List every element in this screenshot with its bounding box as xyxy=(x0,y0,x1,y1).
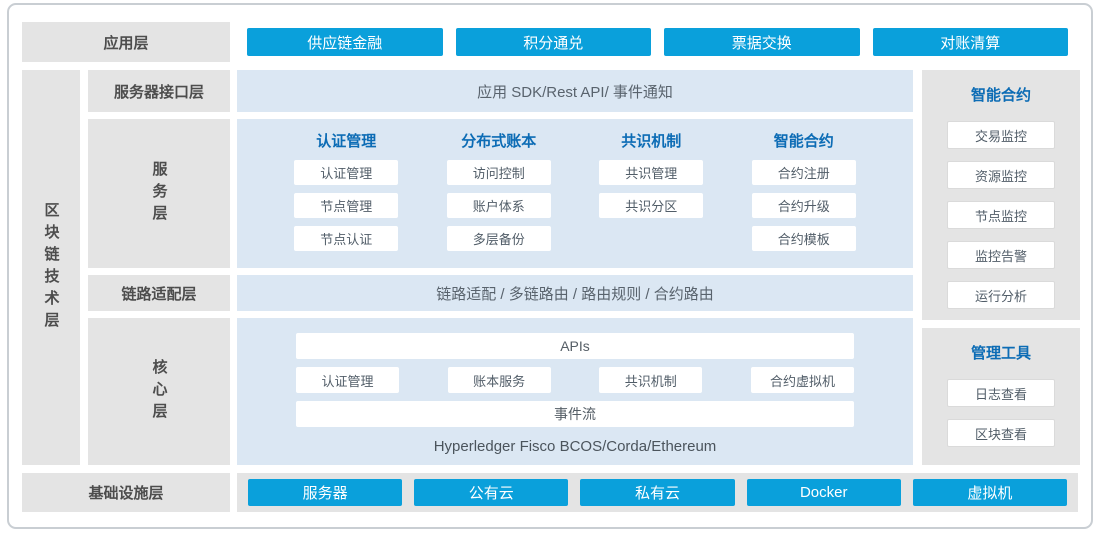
infra-button-private-cloud[interactable]: 私有云 xyxy=(580,479,734,506)
infra-button-vm[interactable]: 虚拟机 xyxy=(913,479,1067,506)
event-stream-bar: 事件流 xyxy=(296,401,854,427)
adapter-layer-bar: 链路适配 / 多链路由 / 路由规则 / 合约路由 xyxy=(237,275,913,311)
monitor-item: 运行分析 xyxy=(947,281,1055,309)
monitor-item: 交易监控 xyxy=(947,121,1055,149)
infra-layer-label: 基础设施层 xyxy=(22,473,230,512)
service-layer-box: 认证管理 认证管理 节点管理 节点认证 分布式账本 访问控制 账户体系 多层备份… xyxy=(237,119,913,268)
service-column-contract: 智能合约 合约注册 合约升级 合约模板 xyxy=(728,119,881,268)
service-item: 多层备份 xyxy=(447,226,551,251)
monitor-item: 监控告警 xyxy=(947,241,1055,269)
service-column-consensus-title: 共识机制 xyxy=(621,132,681,152)
service-column-consensus: 共识机制 共识管理 共识分区 xyxy=(575,119,728,268)
service-item: 共识分区 xyxy=(599,193,703,218)
service-item: 访问控制 xyxy=(447,160,551,185)
adapter-layer-label: 链路适配层 xyxy=(88,275,230,311)
service-item: 合约注册 xyxy=(752,160,856,185)
service-item: 合约升级 xyxy=(752,193,856,218)
service-item: 节点认证 xyxy=(294,226,398,251)
service-column-auth-title: 认证管理 xyxy=(316,132,376,152)
service-item: 认证管理 xyxy=(294,160,398,185)
app-button-bill-exchange[interactable]: 票据交换 xyxy=(664,28,860,56)
infra-button-server[interactable]: 服务器 xyxy=(248,479,402,506)
service-item: 合约模板 xyxy=(752,226,856,251)
tools-item: 日志查看 xyxy=(947,379,1055,407)
service-layer-text: 服务层 xyxy=(152,161,167,227)
infra-button-public-cloud[interactable]: 公有云 xyxy=(414,479,568,506)
service-column-ledger-title: 分布式账本 xyxy=(461,132,536,152)
core-module: 合约虚拟机 xyxy=(751,367,854,393)
app-layer-label: 应用层 xyxy=(22,22,230,62)
service-item: 账户体系 xyxy=(447,193,551,218)
monitor-item: 资源监控 xyxy=(947,161,1055,189)
blockchain-tech-layer-label: 区块链技术层 xyxy=(22,70,80,465)
monitor-panel: 智能合约 交易监控 资源监控 节点监控 监控告警 运行分析 xyxy=(922,70,1080,320)
infra-button-docker[interactable]: Docker xyxy=(747,479,901,506)
app-layer-buttons: 供应链金融 积分通兑 票据交换 对账清算 xyxy=(237,22,1078,62)
blockchain-tech-layer-text: 区块链技术层 xyxy=(44,202,59,334)
tools-panel-title: 管理工具 xyxy=(971,345,1031,363)
core-module: 账本服务 xyxy=(448,367,551,393)
platforms-text: Hyperledger Fisco BCOS/Corda/Ethereum xyxy=(296,438,854,455)
app-button-points-exchange[interactable]: 积分通兑 xyxy=(456,28,652,56)
service-item: 节点管理 xyxy=(294,193,398,218)
core-module: 共识机制 xyxy=(599,367,702,393)
core-module: 认证管理 xyxy=(296,367,399,393)
app-button-reconciliation[interactable]: 对账清算 xyxy=(873,28,1069,56)
service-column-contract-title: 智能合约 xyxy=(774,132,834,152)
service-layer-label: 服务层 xyxy=(88,119,230,268)
core-layer-label: 核心层 xyxy=(88,318,230,465)
core-layer-box: APIs 认证管理 账本服务 共识机制 合约虚拟机 事件流 Hyperledge… xyxy=(237,318,913,465)
core-layer-text: 核心层 xyxy=(152,359,167,425)
service-column-ledger: 分布式账本 访问控制 账户体系 多层备份 xyxy=(423,119,576,268)
tools-panel: 管理工具 日志查看 区块查看 xyxy=(922,328,1080,465)
interface-layer-label: 服务器接口层 xyxy=(88,70,230,112)
infra-layer-buttons: 服务器 公有云 私有云 Docker 虚拟机 xyxy=(237,473,1078,512)
sdk-api-bar: 应用 SDK/Rest API/ 事件通知 xyxy=(237,70,913,112)
core-modules-row: 认证管理 账本服务 共识机制 合约虚拟机 xyxy=(296,367,854,393)
monitor-panel-title: 智能合约 xyxy=(971,87,1031,105)
service-item: 共识管理 xyxy=(599,160,703,185)
tools-item: 区块查看 xyxy=(947,419,1055,447)
monitor-item: 节点监控 xyxy=(947,201,1055,229)
service-column-auth: 认证管理 认证管理 节点管理 节点认证 xyxy=(270,119,423,268)
apis-bar: APIs xyxy=(296,333,854,359)
app-button-supply-chain-finance[interactable]: 供应链金融 xyxy=(247,28,443,56)
